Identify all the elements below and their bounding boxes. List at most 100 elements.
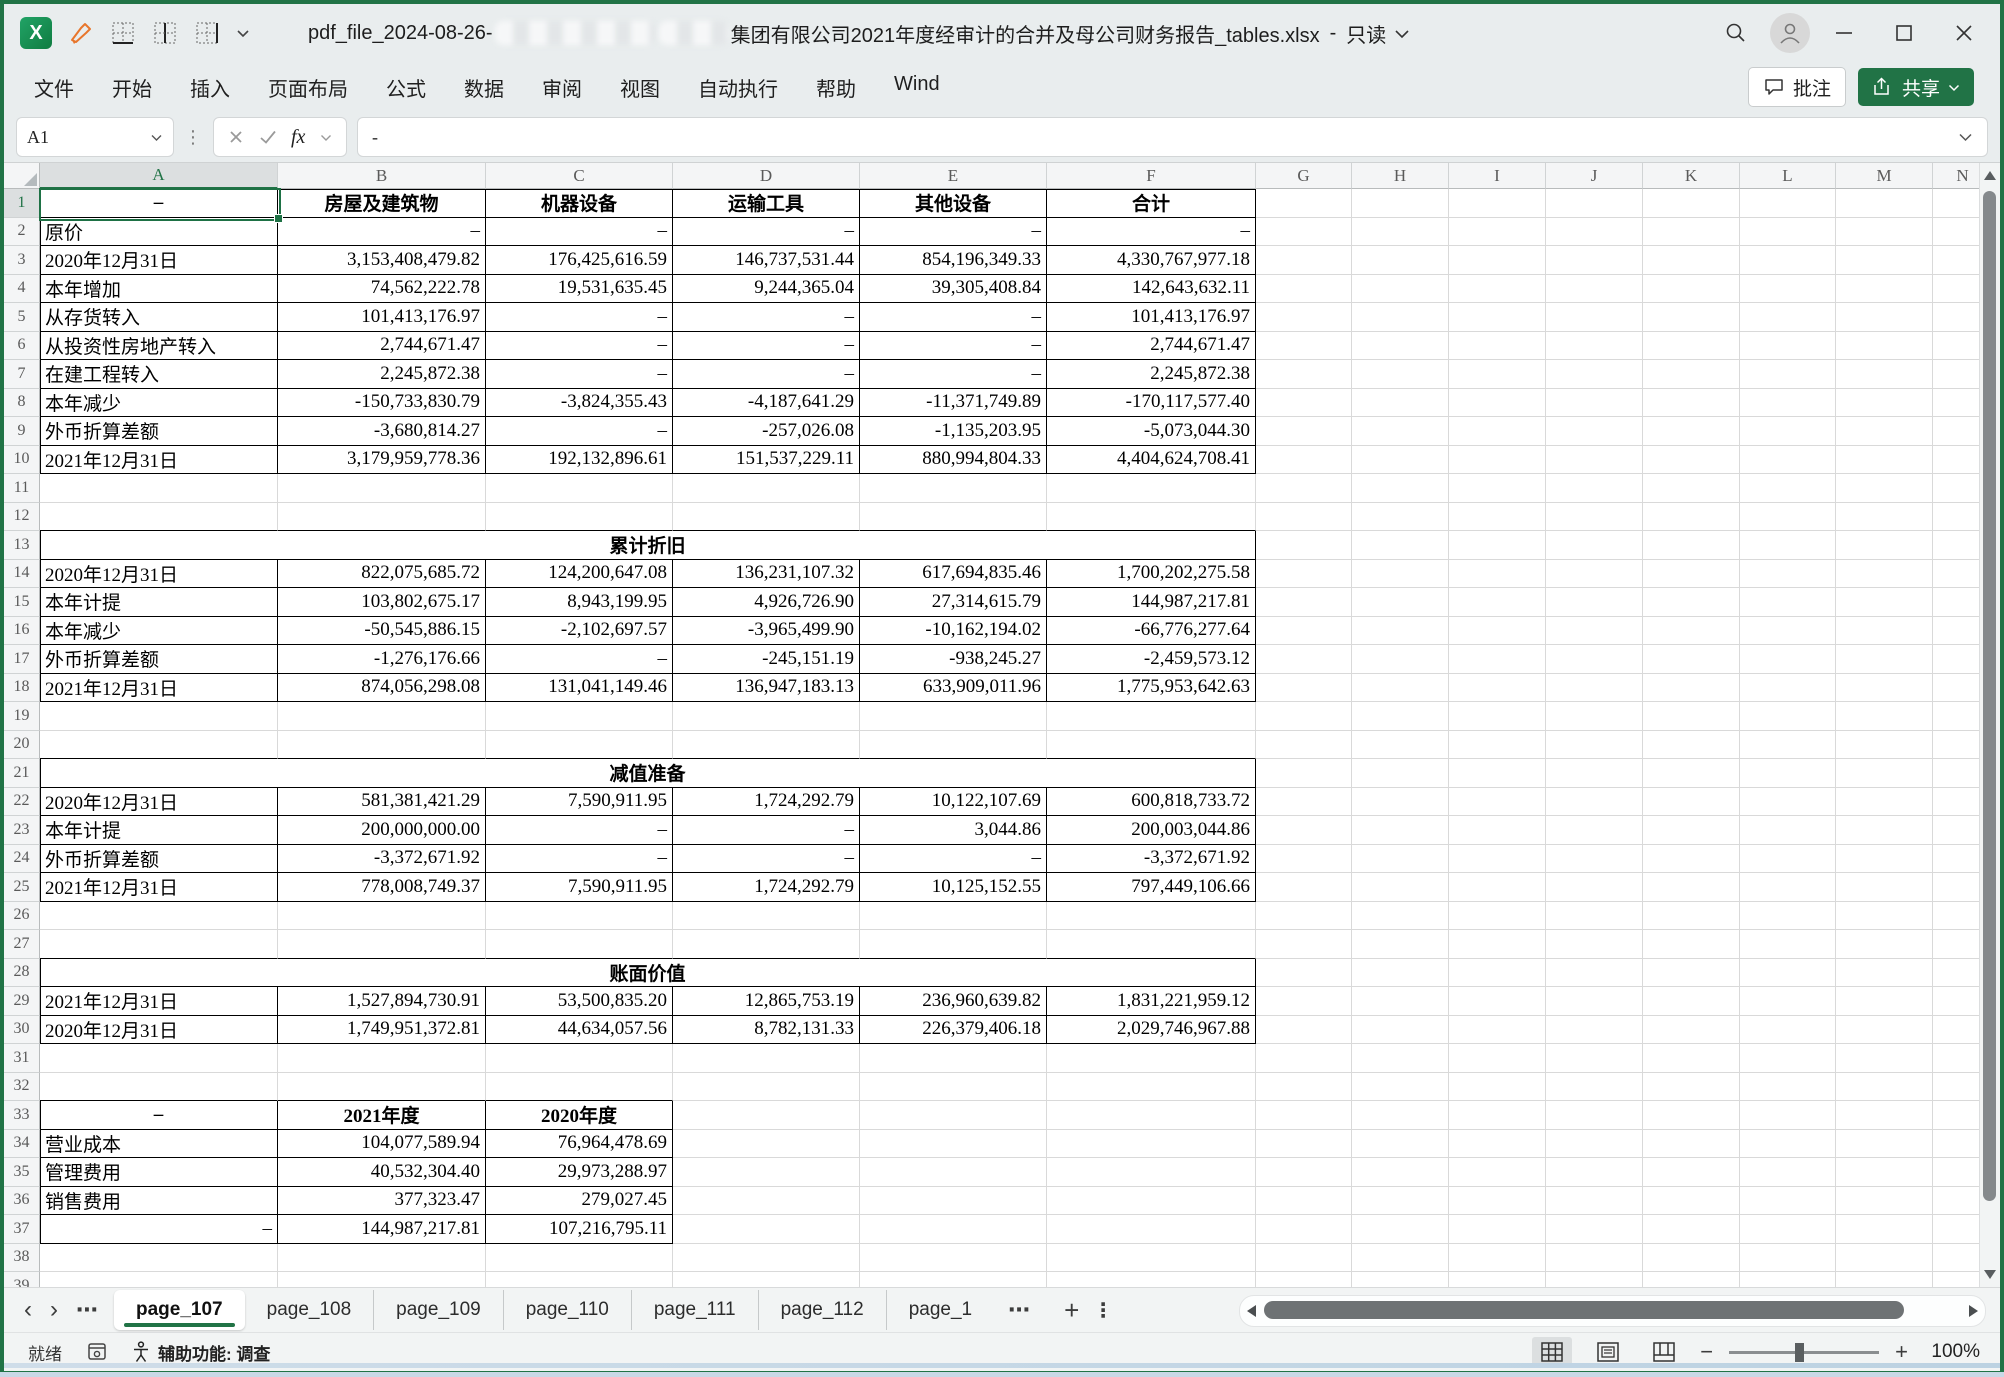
cell-E7[interactable]: –	[860, 360, 1047, 389]
cell-C8[interactable]: -3,824,355.43	[486, 389, 673, 418]
row-header-9[interactable]: 9	[4, 417, 40, 446]
cell-K28[interactable]	[1643, 959, 1740, 988]
row-header-4[interactable]: 4	[4, 275, 40, 304]
cell-K22[interactable]	[1643, 788, 1740, 817]
cell-J33[interactable]	[1546, 1101, 1643, 1130]
cell-N29[interactable]	[1933, 987, 1980, 1016]
cell-L10[interactable]	[1740, 446, 1836, 475]
cell-B5[interactable]: 101,413,176.97	[278, 303, 486, 332]
cell-L29[interactable]	[1740, 987, 1836, 1016]
cell-D9[interactable]: -257,026.08	[673, 417, 860, 446]
cell-H26[interactable]	[1352, 902, 1449, 931]
cell-B29[interactable]: 1,527,894,730.91	[278, 987, 486, 1016]
comments-button[interactable]: 批注	[1748, 67, 1846, 107]
search-icon[interactable]	[1710, 11, 1762, 55]
cell-H22[interactable]	[1352, 788, 1449, 817]
cell-F1[interactable]: 合计	[1047, 189, 1256, 218]
cell-E20[interactable]	[860, 731, 1047, 760]
cell-H27[interactable]	[1352, 930, 1449, 959]
cell-G25[interactable]	[1256, 873, 1352, 902]
cell-C9[interactable]: –	[486, 417, 673, 446]
sheet-tab-page_1[interactable]: page_1	[886, 1290, 994, 1330]
cell-N12[interactable]	[1933, 503, 1980, 532]
cell-A34[interactable]: 营业成本	[40, 1130, 278, 1159]
cell-C2[interactable]: –	[486, 218, 673, 247]
cell-G35[interactable]	[1256, 1158, 1352, 1187]
cell-E5[interactable]: –	[860, 303, 1047, 332]
cell-D17[interactable]: -245,151.19	[673, 645, 860, 674]
formula-input[interactable]: -	[357, 117, 1988, 157]
cell-H35[interactable]	[1352, 1158, 1449, 1187]
cell-M23[interactable]	[1836, 816, 1933, 845]
cell-C20[interactable]	[486, 731, 673, 760]
cell-D8[interactable]: -4,187,641.29	[673, 389, 860, 418]
cell-E3[interactable]: 854,196,349.33	[860, 246, 1047, 275]
cell-D1[interactable]: 运输工具	[673, 189, 860, 218]
sheet-list-menu[interactable]: ⋮	[1093, 1298, 1113, 1323]
cell-B15[interactable]: 103,802,675.17	[278, 588, 486, 617]
cell-H20[interactable]	[1352, 731, 1449, 760]
cell-N36[interactable]	[1933, 1187, 1980, 1216]
column-header-J[interactable]: J	[1546, 163, 1643, 189]
cell-J27[interactable]	[1546, 930, 1643, 959]
cell-N8[interactable]	[1933, 389, 1980, 418]
cell-E11[interactable]	[860, 474, 1047, 503]
cell-B6[interactable]: 2,744,671.47	[278, 332, 486, 361]
cell-D16[interactable]: -3,965,499.90	[673, 617, 860, 646]
cell-D10[interactable]: 151,537,229.11	[673, 446, 860, 475]
cell-B4[interactable]: 74,562,222.78	[278, 275, 486, 304]
accessibility-icon[interactable]	[132, 1341, 150, 1363]
cell-L2[interactable]	[1740, 218, 1836, 247]
cell-G38[interactable]	[1256, 1244, 1352, 1273]
cell-A25[interactable]: 2021年12月31日	[40, 873, 278, 902]
cell-H30[interactable]	[1352, 1016, 1449, 1045]
cell-H31[interactable]	[1352, 1044, 1449, 1073]
cell-H6[interactable]	[1352, 332, 1449, 361]
cell-H25[interactable]	[1352, 873, 1449, 902]
column-header-L[interactable]: L	[1740, 163, 1836, 189]
cell-L22[interactable]	[1740, 788, 1836, 817]
cell-E30[interactable]: 226,379,406.18	[860, 1016, 1047, 1045]
cell-B38[interactable]	[278, 1244, 486, 1273]
cell-K33[interactable]	[1643, 1101, 1740, 1130]
cell-N1[interactable]	[1933, 189, 1980, 218]
cell-I30[interactable]	[1449, 1016, 1546, 1045]
cell-G28[interactable]	[1256, 959, 1352, 988]
cell-D11[interactable]	[673, 474, 860, 503]
cell-L34[interactable]	[1740, 1130, 1836, 1159]
cell-L5[interactable]	[1740, 303, 1836, 332]
cell-F6[interactable]: 2,744,671.47	[1047, 332, 1256, 361]
cell-E17[interactable]: -938,245.27	[860, 645, 1047, 674]
cell-F17[interactable]: -2,459,573.12	[1047, 645, 1256, 674]
cell-M35[interactable]	[1836, 1158, 1933, 1187]
cell-I10[interactable]	[1449, 446, 1546, 475]
cell-K5[interactable]	[1643, 303, 1740, 332]
cell-I16[interactable]	[1449, 617, 1546, 646]
cell-A26[interactable]	[40, 902, 278, 931]
cell-D32[interactable]	[673, 1073, 860, 1102]
cell-B11[interactable]	[278, 474, 486, 503]
cell-J13[interactable]	[1546, 531, 1643, 560]
sheet-tab-page_109[interactable]: page_109	[373, 1290, 503, 1330]
cell-G39[interactable]	[1256, 1272, 1352, 1287]
cell-D7[interactable]: –	[673, 360, 860, 389]
cell-I34[interactable]	[1449, 1130, 1546, 1159]
cell-N21[interactable]	[1933, 759, 1980, 788]
cell-H18[interactable]	[1352, 674, 1449, 703]
row-header-17[interactable]: 17	[4, 645, 40, 674]
cell-K24[interactable]	[1643, 845, 1740, 874]
cell-N24[interactable]	[1933, 845, 1980, 874]
cell-G16[interactable]	[1256, 617, 1352, 646]
cell-B22[interactable]: 581,381,421.29	[278, 788, 486, 817]
cell-I38[interactable]	[1449, 1244, 1546, 1273]
column-header-F[interactable]: F	[1047, 163, 1256, 189]
cell-N26[interactable]	[1933, 902, 1980, 931]
cell-A23[interactable]: 本年计提	[40, 816, 278, 845]
cell-F38[interactable]	[1047, 1244, 1256, 1273]
cell-N28[interactable]	[1933, 959, 1980, 988]
cell-J23[interactable]	[1546, 816, 1643, 845]
cell-I29[interactable]	[1449, 987, 1546, 1016]
cell-M37[interactable]	[1836, 1215, 1933, 1244]
cell-J11[interactable]	[1546, 474, 1643, 503]
cell-C4[interactable]: 19,531,635.45	[486, 275, 673, 304]
